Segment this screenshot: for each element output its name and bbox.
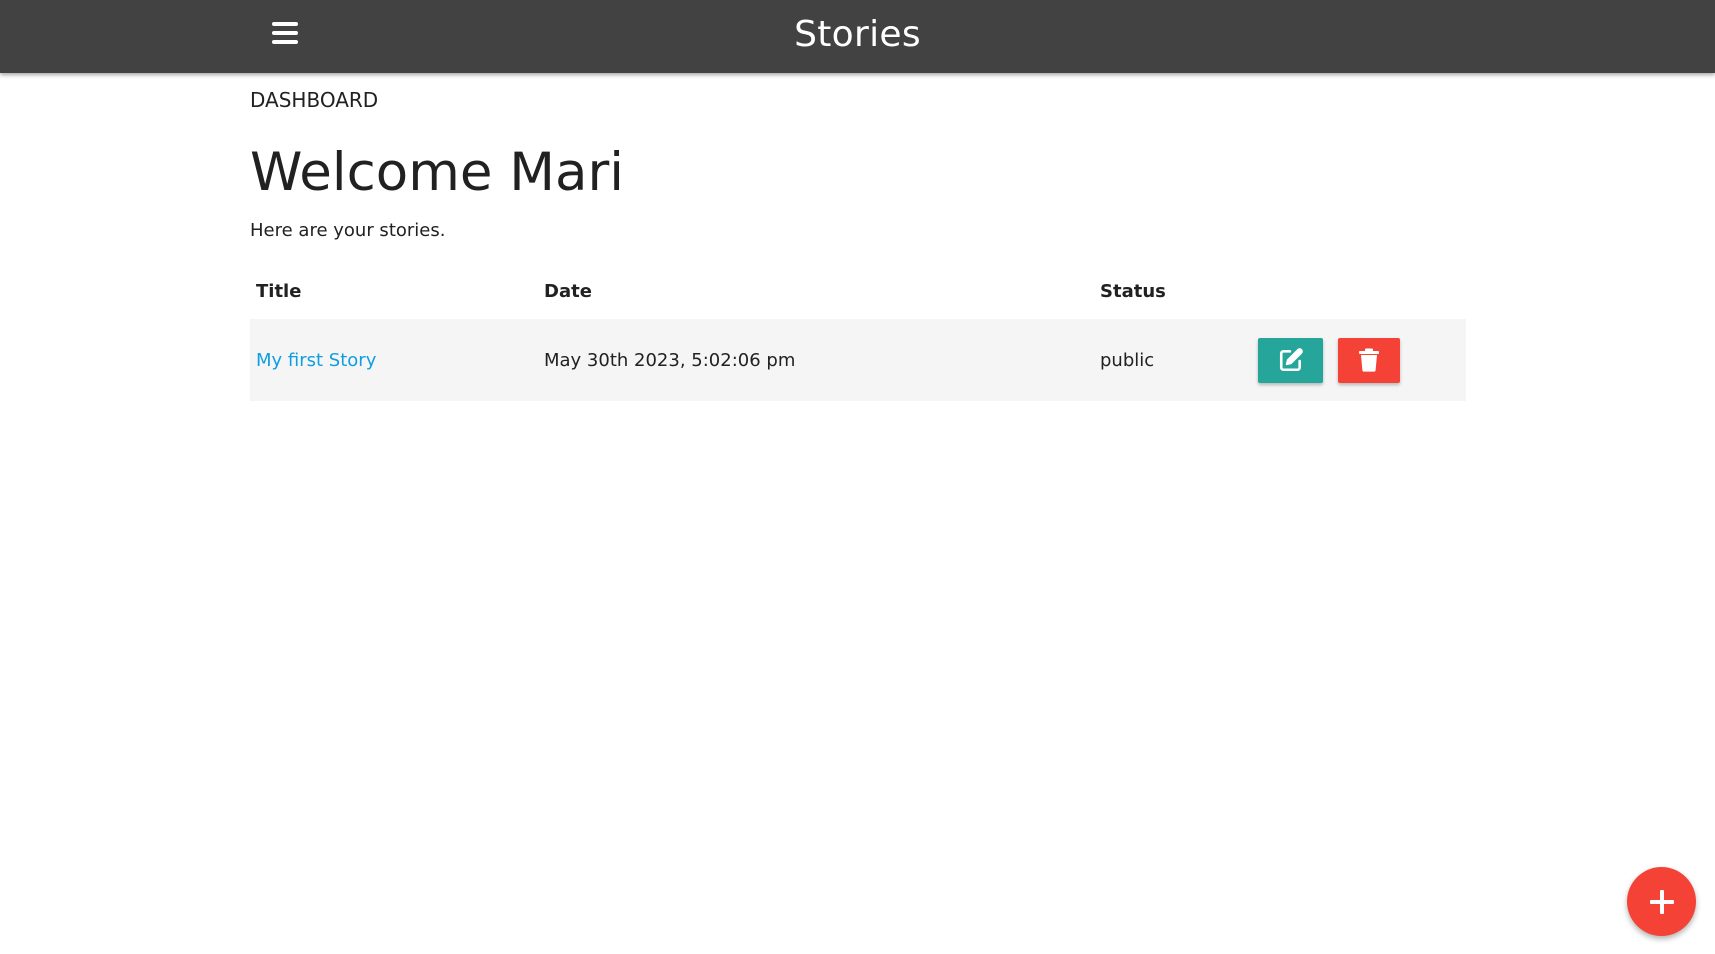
header-actions [1252,263,1466,319]
stories-table: Title Date Status My first Story May 30t… [250,263,1466,401]
trash-icon [1358,348,1379,372]
brand-title[interactable]: Stories [0,12,1715,58]
story-actions [1252,319,1466,401]
plus-icon [1649,889,1674,914]
header-date: Date [544,280,592,302]
story-status: public [1100,349,1155,371]
header-title: Title [256,280,302,302]
section-label: DASHBOARD [250,88,379,112]
top-navbar: Stories [0,0,1715,73]
subtitle-text: Here are your stories. [250,220,446,241]
edit-story-button[interactable] [1258,337,1323,383]
header-status: Status [1100,280,1166,302]
story-date: May 30th 2023, 5:02:06 pm [544,349,796,371]
story-title-link[interactable]: My first Story [256,350,376,371]
table-header-row: Title Date Status [250,263,1466,319]
edit-icon [1279,348,1303,372]
dashboard-container: DASHBOARD Welcome Mari Here are your sto… [250,73,1466,401]
add-story-button[interactable] [1627,867,1696,936]
delete-story-button[interactable] [1337,337,1400,383]
story-title-cell: My first Story [250,319,538,401]
welcome-heading: Welcome Mari [250,142,625,203]
table-row: My first Story May 30th 2023, 5:02:06 pm… [250,319,1466,401]
